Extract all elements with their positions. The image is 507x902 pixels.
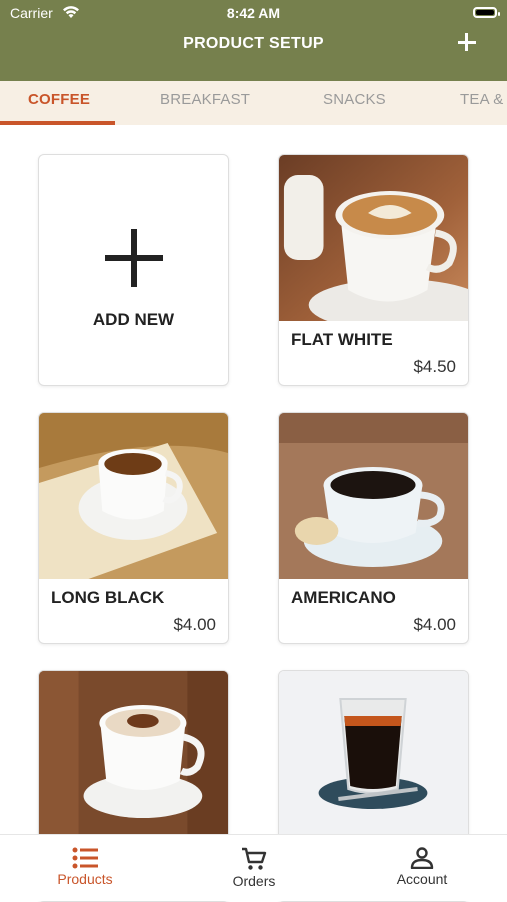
list-icon <box>72 847 98 869</box>
tab-products[interactable]: Products <box>25 847 145 887</box>
status-time: 8:42 AM <box>226 5 281 21</box>
nav-header: Carrier 8:42 AM PRODUCT SETUP <box>0 0 507 81</box>
tab-orders-label: Orders <box>232 873 276 889</box>
product-price: $4.00 <box>173 615 216 634</box>
add-product-button[interactable] <box>455 30 479 54</box>
category-tabs: COFFEE BREAKFAST SNACKS TEA & <box>0 81 507 125</box>
product-price: $4.00 <box>413 615 456 634</box>
product-name: LONG BLACK <box>51 588 165 607</box>
tab-breakfast[interactable]: BREAKFAST <box>160 91 250 108</box>
product-image <box>39 413 228 579</box>
plus-icon <box>105 229 163 287</box>
product-image <box>39 671 228 837</box>
tab-snacks[interactable]: SNACKS <box>323 91 386 108</box>
product-card-americano[interactable]: AMERICANO $4.00 <box>278 412 469 644</box>
product-card-long-black[interactable]: LONG BLACK $4.00 <box>38 412 229 644</box>
tab-coffee[interactable]: COFFEE <box>28 91 90 108</box>
add-new-label: ADD NEW <box>92 310 175 329</box>
tab-account[interactable]: Account <box>362 847 482 887</box>
product-image <box>279 671 468 837</box>
person-icon <box>410 847 434 869</box>
tab-account-label: Account <box>396 871 448 887</box>
bottom-tab-bar: Products Orders Account <box>0 834 507 901</box>
tab-orders[interactable]: Orders <box>194 847 314 889</box>
battery-icon <box>473 7 500 18</box>
tab-indicator <box>0 121 115 125</box>
product-name: FLAT WHITE <box>291 330 393 349</box>
page-title: PRODUCT SETUP <box>183 35 324 52</box>
cart-icon <box>242 847 267 870</box>
tab-products-label: Products <box>57 871 113 887</box>
product-image <box>279 155 468 321</box>
product-name: AMERICANO <box>291 588 396 607</box>
tab-tea[interactable]: TEA & <box>460 91 504 108</box>
product-image <box>279 413 468 579</box>
add-new-card[interactable]: ADD NEW <box>38 154 229 386</box>
product-card-flat-white[interactable]: FLAT WHITE $4.50 <box>278 154 469 386</box>
status-bar: Carrier 8:42 AM <box>0 5 507 23</box>
product-price: $4.50 <box>413 357 456 376</box>
